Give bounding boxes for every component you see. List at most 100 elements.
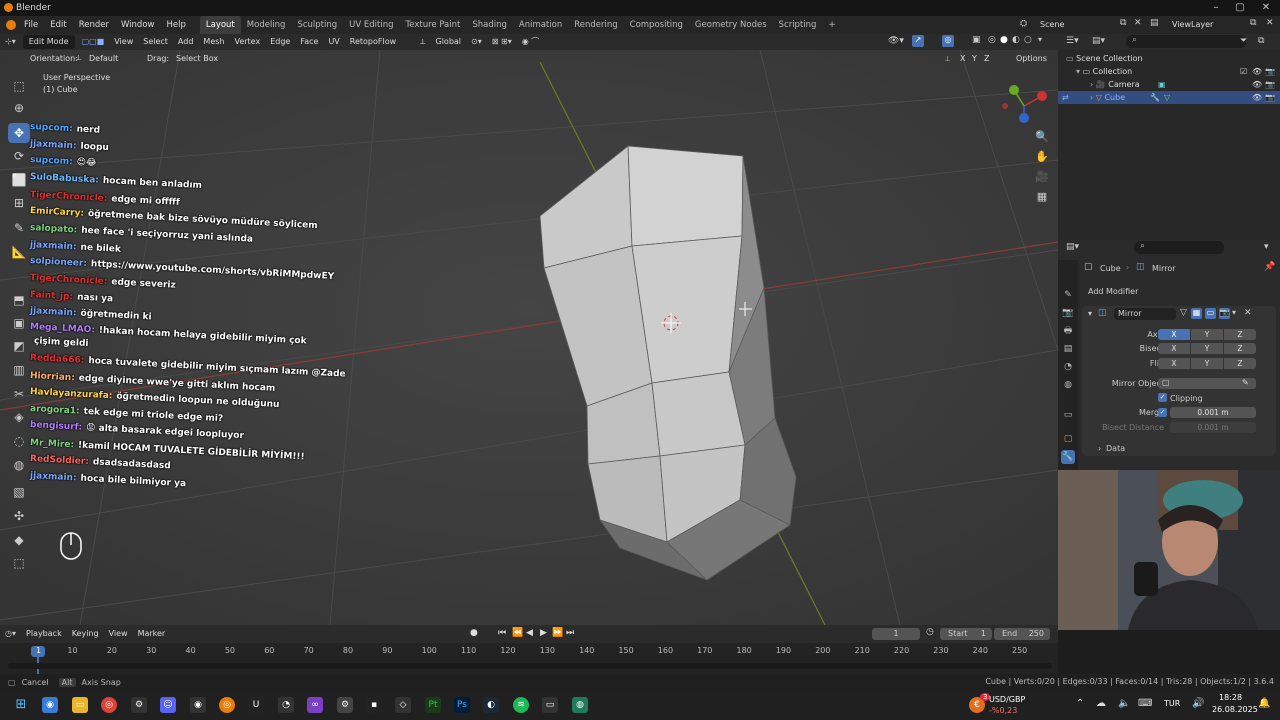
overlay-toggle-icon[interactable]: ◎ [942,35,954,47]
start-frame-field[interactable]: Start 1 [940,628,992,640]
close-button[interactable]: ✕ [1254,0,1278,16]
stock-ticker[interactable]: USD/GBP [989,695,1025,704]
github-icon[interactable]: ◔ [278,697,294,713]
extrude-tool-icon[interactable]: ⬒ [8,290,30,310]
display-mode-icon[interactable]: ▤▾ [1092,36,1105,46]
mode-selector[interactable]: Edit Mode [22,35,75,49]
camera-view-icon[interactable]: 🎥 [1034,169,1050,185]
clipping-checkbox[interactable]: ✓ [1158,393,1167,402]
photoshop-icon[interactable]: Ps [454,697,470,713]
collapse-chevron-icon[interactable]: ▾ [1088,309,1092,318]
play-reverse-icon[interactable]: ◀ [526,628,533,638]
copilot-icon[interactable]: ◉ [42,697,58,713]
app-icon[interactable]: ⚙ [131,697,147,713]
smooth-tool-icon[interactable]: ◍ [8,455,30,475]
flip-z-toggle[interactable]: Z [1224,358,1256,369]
outliner-row-cube[interactable]: ⇄ › ▽ Cube 🔧 ▽ 👁 📷 [1058,91,1280,104]
axis-x-toggle[interactable]: X [1158,329,1190,340]
speaker-icon[interactable]: 🔊 [1192,698,1204,709]
measure-tool-icon[interactable]: 📐 [8,242,30,262]
pycharm-icon[interactable]: Pt [425,697,441,713]
terminal-icon[interactable]: ▭ [542,697,558,713]
add-modifier-button[interactable]: Add Modifier [1082,285,1276,299]
scale-tool-icon[interactable]: ⬜ [8,170,30,190]
play-icon[interactable]: ▶ [540,628,547,638]
expand-icon[interactable]: › [1090,93,1093,102]
current-frame-field[interactable]: 1 [872,628,920,640]
menu-retopoflow[interactable]: RetopoFlow [345,34,401,50]
menu-view[interactable]: View [109,34,138,50]
select-mode-icons[interactable]: ▢▢■ [77,34,110,50]
tab-rendering[interactable]: Rendering [568,16,623,34]
spin-tool-icon[interactable]: ◌ [8,431,30,451]
discord-icon[interactable]: ☺ [160,697,176,713]
menu-uv[interactable]: UV [323,34,344,50]
menu-select[interactable]: Select [138,34,173,50]
blender-taskbar-icon[interactable]: ◎ [219,697,235,713]
world-tab-icon[interactable]: ◍ [1061,378,1075,392]
transform-tool-icon[interactable]: ⊞ [8,193,30,213]
tab-uv-editing[interactable]: UV Editing [343,16,399,34]
bisect-distance-field[interactable]: 0.001 m [1170,422,1256,433]
expand-icon[interactable]: › [1090,80,1093,89]
cursor-tool-icon[interactable]: ⊕ [8,98,30,118]
edit-mode-icon[interactable]: ⇄ [1062,91,1069,104]
scene-selector[interactable]: Scene [1040,20,1064,29]
timeline-editor-icon[interactable]: ◷▾ [0,626,21,642]
orientation-selector[interactable]: Default [89,54,118,63]
modifier-tab-icon[interactable]: 🔧 [1061,450,1075,464]
new-scene-icon[interactable]: ⧉ [1120,18,1126,28]
menu-help[interactable]: Help [160,16,191,34]
filter-icon[interactable]: ⏷ [1240,36,1247,46]
menu-vertex[interactable]: Vertex [229,34,265,50]
tab-modeling[interactable]: Modeling [241,16,292,34]
move-tool-icon[interactable]: ✥ [8,123,30,143]
windows-start-icon[interactable]: ⊞ [13,697,29,713]
outliner-search-input[interactable] [1126,35,1246,48]
next-keyframe-icon[interactable]: ⏩ [552,628,563,638]
flip-y-toggle[interactable]: Y [1191,358,1223,369]
tab-texture-paint[interactable]: Texture Paint [400,16,467,34]
render-camera-icon[interactable]: 📷 [1265,65,1275,78]
record-icon[interactable]: ● [470,628,478,638]
edge-slide-tool-icon[interactable]: ▧ [8,482,30,502]
tab-scripting[interactable]: Scripting [773,16,823,34]
menu-edge[interactable]: Edge [265,34,295,50]
shear-tool-icon[interactable]: ◆ [8,530,30,550]
properties-editor-icon[interactable]: ▤▾ [1066,242,1079,252]
collection-tab-icon[interactable]: ▭ [1061,408,1075,422]
bisect-x-toggle[interactable]: X [1158,343,1190,354]
timeline-scrollbar[interactable] [8,663,1052,669]
poly-build-tool-icon[interactable]: ◈ [8,407,30,427]
language-indicator[interactable]: TUR [1164,699,1180,708]
render-tab-icon[interactable]: 📷 [1061,306,1075,320]
axis-y-toggle[interactable]: Y [1191,329,1223,340]
shading-options-icon[interactable]: ▾ [1038,35,1042,44]
output-tab-icon[interactable]: 🖶 [1061,324,1075,338]
outliner-row-scene-collection[interactable]: ▭ Scene Collection [1058,52,1280,65]
menu-face[interactable]: Face [295,34,323,50]
tab-compositing[interactable]: Compositing [624,16,689,34]
render-toggle-icon[interactable]: 📷 [1219,308,1230,319]
knife-tool-icon[interactable]: ✂ [8,384,30,404]
tweak-tool-icon[interactable]: ⬚ [8,76,30,96]
file-explorer-icon[interactable]: ▭ [72,697,88,713]
maximize-button[interactable]: ▢ [1228,0,1252,16]
remove-modifier-icon[interactable]: ✕ [1244,308,1252,318]
remove-viewlayer-icon[interactable]: ✕ [1266,18,1274,28]
editor-type-icon[interactable]: ⊹▾ [0,34,21,50]
timeline-view-menu[interactable]: View [104,626,133,642]
inset-tool-icon[interactable]: ▣ [8,313,30,333]
remove-scene-icon[interactable]: ✕ [1134,18,1142,28]
menu-mesh[interactable]: Mesh [198,34,229,50]
drag-selector[interactable]: Select Box [176,54,218,63]
network-icon[interactable]: ⌨ [1138,698,1152,709]
mirror-y-toggle[interactable]: Y [972,54,977,63]
visibility-eye-icon[interactable]: 👁 [1252,65,1262,78]
shrink-fatten-tool-icon[interactable]: ✣ [8,506,30,526]
timeline-area[interactable]: 1 10 20 30 40 50 60 70 80 90 100 110 120 130 140 150 160… [0,643,1058,674]
settings-icon[interactable]: ⚙ [337,697,353,713]
unreal-icon[interactable]: U [248,697,264,713]
eyedropper-icon[interactable]: ✎ [1242,378,1249,387]
render-camera-icon[interactable]: 📷 [1265,78,1275,91]
